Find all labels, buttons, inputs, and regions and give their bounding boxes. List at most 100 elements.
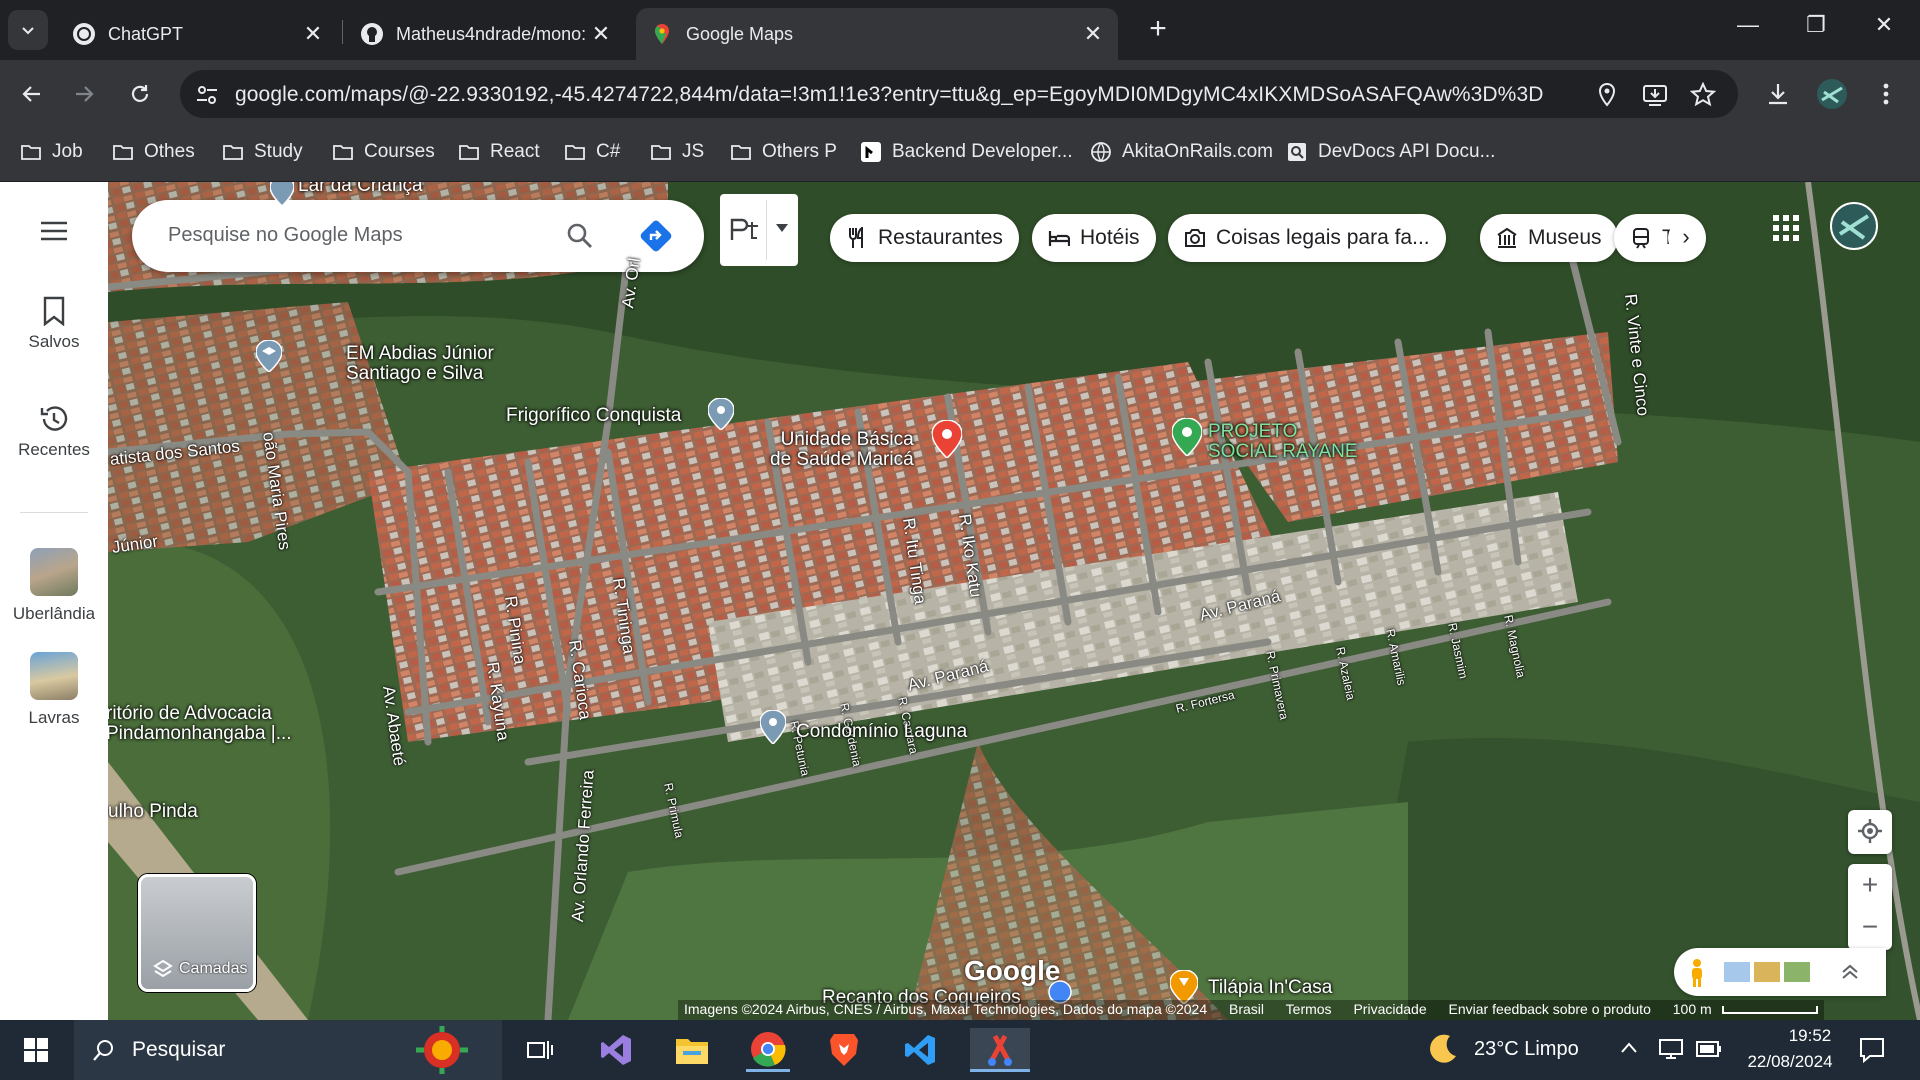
notification-icon[interactable]	[1858, 1036, 1886, 1064]
place-label[interactable]: Tilápia In'Casa	[1208, 978, 1332, 998]
chip-hotels[interactable]: Hotéis	[1032, 214, 1156, 262]
chip-things-to-do[interactable]: Coisas legais para fa...	[1168, 214, 1446, 262]
place-label[interactable]: Unidade Básica de Saúde Maricá	[770, 430, 914, 470]
weather-text[interactable]: 23°C Limpo	[1474, 1038, 1579, 1061]
place-label[interactable]: EM Abdias Júnior Santiago e Silva	[346, 344, 494, 384]
folder-icon	[676, 1039, 708, 1064]
menu-button[interactable]	[1866, 74, 1906, 114]
map-type-thumbnail[interactable]	[1784, 962, 1810, 982]
maps-search-box[interactable]: Pesquise no Google Maps	[132, 200, 704, 272]
site-settings-icon[interactable]	[194, 82, 220, 108]
place-label[interactable]: ulho Pinda	[108, 802, 198, 822]
menu-button[interactable]	[0, 220, 108, 248]
place-label[interactable]: PROJETO SOCIAL RAYANE	[1208, 422, 1358, 462]
my-location-button[interactable]	[1848, 810, 1892, 854]
forward-button[interactable]	[64, 74, 104, 114]
bookmark-folder-study[interactable]: Study	[222, 138, 303, 166]
layers-button[interactable]: Camadas	[138, 874, 256, 992]
clock-date[interactable]: 22/08/2024	[1734, 1052, 1846, 1072]
travel-mode-dropdown[interactable]	[720, 194, 798, 266]
bookmark-folder-others-p[interactable]: Others P	[730, 138, 837, 166]
directions-icon[interactable]	[640, 220, 672, 252]
taskbar-search[interactable]: Pesquisar	[74, 1020, 502, 1080]
search-input[interactable]: Pesquise no Google Maps	[168, 224, 403, 247]
taskbar-vscode[interactable]	[898, 1028, 942, 1072]
chevron-up-icon[interactable]	[1840, 962, 1860, 982]
install-app-icon[interactable]	[1642, 82, 1668, 108]
moon-icon[interactable]	[1426, 1032, 1460, 1066]
place-label[interactable]: ritório de Advocacia Pindamonhangaba |..…	[108, 704, 292, 744]
battery-icon[interactable]	[1696, 1040, 1722, 1058]
recent-button[interactable]: Recentes	[0, 404, 108, 460]
profile-button[interactable]	[1812, 74, 1852, 114]
new-tab-button[interactable]: +	[1138, 12, 1178, 48]
map-pin-condominio[interactable]	[760, 710, 786, 744]
zoom-out-button[interactable]: −	[1848, 906, 1892, 948]
apps-grid-icon[interactable]	[1772, 214, 1800, 242]
address-bar[interactable]: google.com/maps/@-22.9330192,-45.4274722…	[180, 70, 1738, 118]
tab-chatgpt[interactable]: ChatGPT ✕	[58, 8, 338, 60]
avatar[interactable]	[1830, 202, 1878, 250]
place-label[interactable]: Lar da Criança	[298, 182, 423, 196]
reload-button[interactable]	[120, 74, 160, 114]
zoom-in-button[interactable]: +	[1848, 864, 1892, 906]
taskbar-visual-studio[interactable]	[594, 1028, 638, 1072]
saved-button[interactable]: Salvos	[0, 296, 108, 352]
school-pin[interactable]	[256, 340, 282, 372]
downloads-button[interactable]	[1758, 74, 1798, 114]
bookmark-akitaonrails[interactable]: AkitaOnRails.com	[1090, 138, 1273, 166]
network-icon[interactable]	[1658, 1038, 1684, 1060]
tab-github[interactable]: Matheus4ndrade/mono: Reposi ✕	[346, 8, 626, 60]
health-pin[interactable]	[932, 420, 962, 458]
green-pin[interactable]	[1172, 418, 1202, 456]
restaurant-pin[interactable]	[1170, 970, 1198, 1004]
restore-button[interactable]: ❐	[1796, 12, 1836, 48]
taskbar-active-app[interactable]	[970, 1028, 1030, 1072]
taskbar-brave[interactable]	[822, 1028, 866, 1072]
tab-search-button[interactable]	[8, 10, 48, 50]
recent-place-lavras[interactable]: Lavras	[0, 652, 108, 728]
bookmark-folder-othes[interactable]: Othes	[112, 138, 195, 166]
pegman-icon[interactable]	[1688, 958, 1706, 988]
task-view-button[interactable]	[518, 1028, 562, 1072]
bookmark-folder-courses[interactable]: Courses	[332, 138, 435, 166]
map-pin-frigorifico[interactable]	[708, 398, 734, 430]
layers-label: Camadas	[179, 960, 248, 977]
terms-link[interactable]: Termos	[1286, 1001, 1332, 1017]
star-icon[interactable]	[1690, 82, 1716, 108]
privacy-link[interactable]: Privacidade	[1353, 1001, 1426, 1017]
bookmark-folder-js[interactable]: JS	[650, 138, 704, 166]
bookmark-folder-job[interactable]: Job	[20, 138, 83, 166]
clock-time[interactable]: 19:52	[1764, 1026, 1856, 1046]
bookmark-backend-developer[interactable]: Backend Developer...	[860, 138, 1073, 166]
close-icon[interactable]: ✕	[1082, 21, 1104, 47]
close-icon[interactable]: ✕	[302, 21, 324, 47]
map-pin-lar[interactable]	[270, 182, 294, 206]
bookmark-folder-csharp[interactable]: C#	[564, 138, 620, 166]
location-icon[interactable]	[1594, 82, 1620, 108]
feedback-link[interactable]: Enviar feedback sobre o produto	[1449, 1001, 1651, 1017]
start-button[interactable]	[14, 1028, 58, 1072]
chevron-up-icon[interactable]	[1620, 1040, 1638, 1054]
minimize-button[interactable]: —	[1728, 12, 1768, 48]
close-window-button[interactable]: ✕	[1864, 12, 1904, 48]
chip-museums[interactable]: Museus	[1480, 214, 1618, 262]
chips-next-button[interactable]: ›	[1668, 220, 1704, 256]
scale-label[interactable]: 100 m	[1673, 1001, 1712, 1017]
taskbar-file-explorer[interactable]	[670, 1028, 714, 1072]
bookmark-folder-react[interactable]: React	[458, 138, 540, 166]
map-type-thumbnail[interactable]	[1724, 962, 1750, 982]
place-label[interactable]: Condomínio Laguna	[796, 722, 967, 742]
place-label[interactable]: Frigorífico Conquista	[506, 406, 681, 426]
recent-place-uberlandia[interactable]: Uberlândia	[0, 548, 108, 624]
back-button[interactable]	[12, 74, 52, 114]
search-icon[interactable]	[566, 222, 594, 250]
bookmark-devdocs[interactable]: DevDocs API Docu...	[1286, 138, 1495, 166]
satellite-map[interactable]: Pesquise no Google Maps Restaurantes Hot…	[108, 182, 1920, 1020]
country-link[interactable]: Brasil	[1229, 1001, 1264, 1017]
map-type-thumbnail[interactable]	[1754, 962, 1780, 982]
taskbar-chrome[interactable]	[746, 1028, 790, 1072]
tab-google-maps[interactable]: Google Maps ✕	[636, 8, 1118, 60]
chip-restaurants[interactable]: Restaurantes	[830, 214, 1019, 262]
close-icon[interactable]: ✕	[590, 21, 612, 47]
